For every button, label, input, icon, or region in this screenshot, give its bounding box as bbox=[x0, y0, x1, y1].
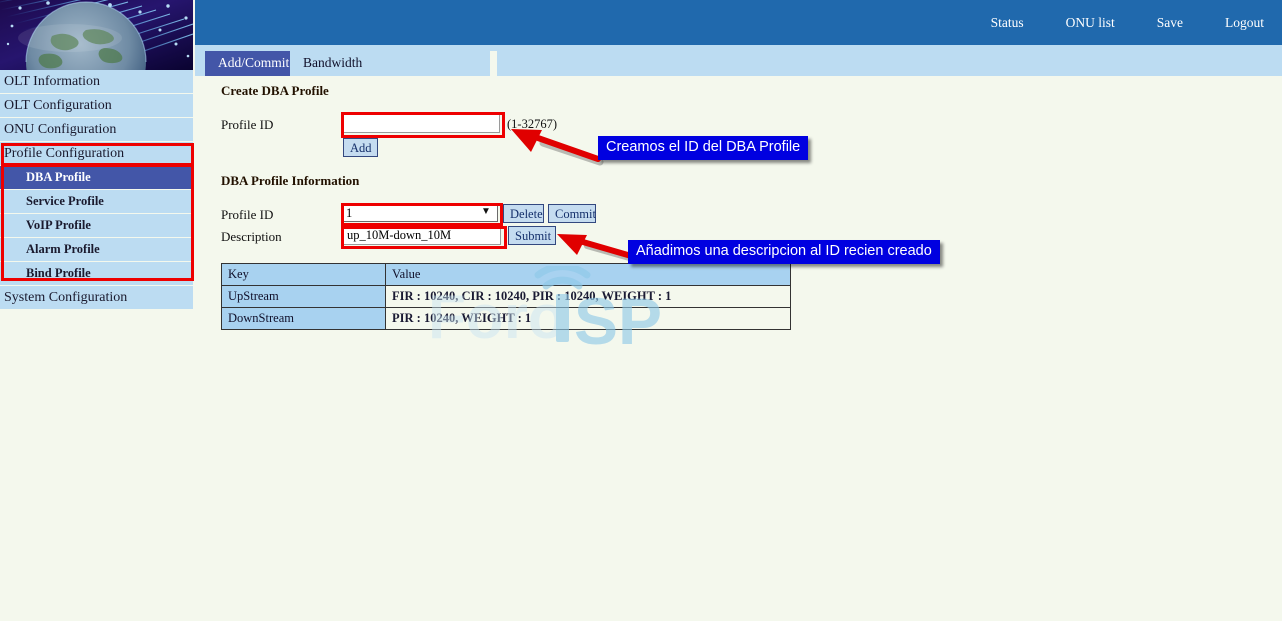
sidebar-item-olt-configuration[interactable]: OLT Configuration bbox=[0, 94, 193, 117]
submit-button[interactable]: Submit bbox=[508, 226, 556, 245]
table-cell-key: DownStream bbox=[222, 308, 386, 330]
table-row: DownStream PIR : 10240, WEIGHT : 1 bbox=[222, 308, 791, 330]
tab-add-commit[interactable]: Add/Commit bbox=[205, 51, 302, 76]
sidebar-item-label: Alarm Profile bbox=[26, 242, 100, 256]
table-header-value: Value bbox=[386, 264, 791, 286]
profile-id-select[interactable]: 1 bbox=[343, 204, 498, 222]
table-cell-value: PIR : 10240, WEIGHT : 1 bbox=[386, 308, 791, 330]
tab-strip-spacer bbox=[490, 51, 497, 76]
sidebar-item-label: DBA Profile bbox=[26, 170, 91, 184]
annotation-add-description: Añadimos una descripcion al ID recien cr… bbox=[628, 240, 940, 264]
profile-id-select-wrap: 1 ▼ bbox=[343, 204, 498, 222]
create-profile-id-input[interactable] bbox=[342, 113, 500, 133]
sidebar: OLT Information OLT Configuration ONU Co… bbox=[0, 0, 195, 621]
create-profile-id-label: Profile ID bbox=[221, 117, 273, 133]
top-header-bar: Status ONU list Save Logout bbox=[195, 0, 1282, 45]
delete-button[interactable]: Delete bbox=[503, 204, 544, 223]
sidebar-menu: OLT Information OLT Configuration ONU Co… bbox=[0, 70, 193, 310]
nav-link-save[interactable]: Save bbox=[1157, 15, 1183, 31]
sidebar-item-service-profile[interactable]: Service Profile bbox=[0, 190, 193, 213]
sidebar-item-alarm-profile[interactable]: Alarm Profile bbox=[0, 238, 193, 261]
sidebar-item-label: System Configuration bbox=[4, 290, 127, 305]
description-label: Description bbox=[221, 229, 282, 245]
sidebar-item-label: OLT Configuration bbox=[4, 98, 112, 113]
sidebar-item-label: Profile Configuration bbox=[4, 146, 124, 161]
sidebar-item-voip-profile[interactable]: VoIP Profile bbox=[0, 214, 193, 237]
table-row: UpStream FIR : 10240, CIR : 10240, PIR :… bbox=[222, 286, 791, 308]
sidebar-item-label: Service Profile bbox=[26, 194, 104, 208]
sidebar-item-bind-profile[interactable]: Bind Profile bbox=[0, 262, 193, 285]
commit-button[interactable]: Commit bbox=[548, 204, 596, 223]
table-header-key: Key bbox=[222, 264, 386, 286]
sidebar-item-olt-information[interactable]: OLT Information bbox=[0, 70, 193, 93]
table-header-row: Key Value bbox=[222, 264, 791, 286]
sidebar-item-profile-configuration[interactable]: Profile Configuration bbox=[0, 142, 193, 165]
sidebar-item-onu-configuration[interactable]: ONU Configuration bbox=[0, 118, 193, 141]
profile-id-range-hint: (1-32767) bbox=[507, 117, 557, 132]
sidebar-item-label: ONU Configuration bbox=[4, 122, 116, 137]
nav-link-status[interactable]: Status bbox=[991, 15, 1024, 31]
header-banner-image bbox=[0, 0, 193, 70]
table-cell-key: UpStream bbox=[222, 286, 386, 308]
tab-label: Bandwidth bbox=[303, 55, 362, 70]
top-navigation: Status ONU list Save Logout bbox=[991, 0, 1264, 45]
info-profile-id-label: Profile ID bbox=[221, 207, 273, 223]
add-button[interactable]: Add bbox=[343, 138, 378, 157]
tab-bandwidth[interactable]: Bandwidth bbox=[290, 51, 375, 76]
tab-label: Add/Commit bbox=[218, 55, 289, 70]
nav-link-logout[interactable]: Logout bbox=[1225, 15, 1264, 31]
sidebar-item-label: Bind Profile bbox=[26, 266, 91, 280]
nav-link-onu-list[interactable]: ONU list bbox=[1066, 15, 1115, 31]
tab-bar: Add/Commit Bandwidth bbox=[195, 45, 1282, 76]
create-section-title: Create DBA Profile bbox=[221, 83, 329, 99]
info-section-title: DBA Profile Information bbox=[221, 173, 359, 189]
table-cell-value: FIR : 10240, CIR : 10240, PIR : 10240, W… bbox=[386, 286, 791, 308]
sidebar-item-label: OLT Information bbox=[4, 74, 100, 89]
annotation-create-id: Creamos el ID del DBA Profile bbox=[598, 136, 808, 160]
sidebar-item-system-configuration[interactable]: System Configuration bbox=[0, 286, 193, 309]
description-input[interactable] bbox=[343, 226, 501, 245]
sidebar-item-dba-profile[interactable]: DBA Profile bbox=[0, 166, 193, 189]
dba-profile-table: Key Value UpStream FIR : 10240, CIR : 10… bbox=[221, 263, 791, 330]
sidebar-item-label: VoIP Profile bbox=[26, 218, 91, 232]
